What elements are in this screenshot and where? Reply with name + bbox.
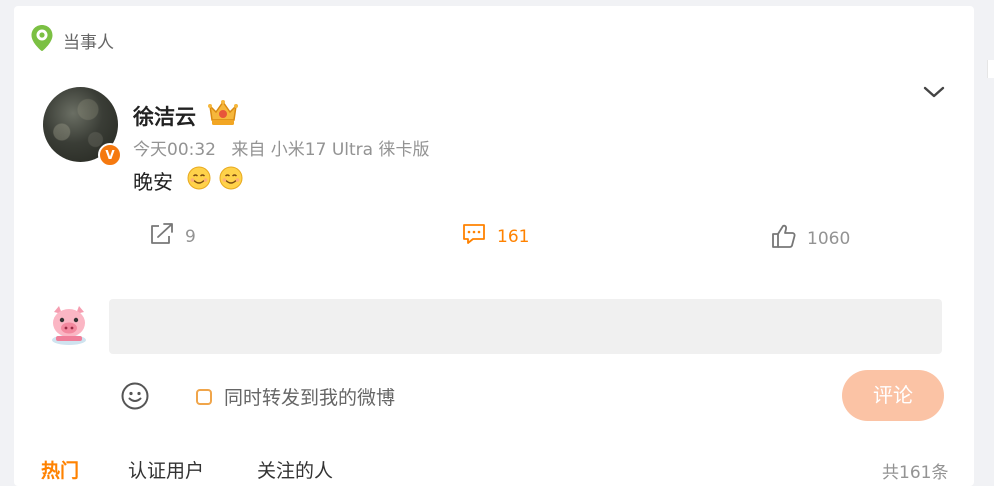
share-button[interactable]: 9 bbox=[149, 222, 196, 251]
post-card: 当事人 V 徐洁云 今天00:32 来自 小米17 Ultra 徕卡版 晚安 9… bbox=[14, 6, 974, 486]
share-icon bbox=[149, 222, 175, 251]
verified-badge-icon: V bbox=[98, 143, 122, 167]
like-button[interactable]: 1060 bbox=[771, 223, 850, 254]
smile-emoji-icon bbox=[219, 166, 243, 195]
forward-option[interactable]: 同时转发到我的微博 bbox=[196, 383, 395, 410]
smile-emoji-icon bbox=[187, 166, 211, 195]
tab-hot[interactable]: 热门 bbox=[41, 456, 79, 483]
tab-following[interactable]: 关注的人 bbox=[257, 456, 333, 483]
forward-label: 同时转发到我的微博 bbox=[224, 387, 396, 409]
post-source: 来自 小米17 Ultra 徕卡版 bbox=[231, 140, 430, 160]
comment-button[interactable]: 161 bbox=[461, 222, 529, 251]
post-text: 晚安 bbox=[133, 170, 173, 194]
current-user-avatar bbox=[48, 302, 90, 350]
submit-comment-button[interactable]: 评论 bbox=[842, 370, 944, 421]
vip-crown-icon[interactable] bbox=[207, 98, 239, 132]
comment-input[interactable] bbox=[109, 299, 942, 354]
share-count: 9 bbox=[185, 226, 196, 247]
post-tag: 当事人 bbox=[30, 24, 114, 56]
like-count: 1060 bbox=[807, 228, 851, 249]
location-pin-icon bbox=[30, 24, 54, 56]
forward-checkbox[interactable] bbox=[196, 388, 212, 405]
tab-verified-users[interactable]: 认证用户 bbox=[128, 456, 204, 483]
tag-label: 当事人 bbox=[63, 32, 114, 53]
chevron-down-icon[interactable] bbox=[922, 84, 946, 104]
emoji-picker-icon[interactable] bbox=[120, 381, 150, 415]
post-content: 晚安 bbox=[133, 166, 243, 195]
thumbs-up-icon bbox=[771, 223, 797, 254]
post-meta: 今天00:32 来自 小米17 Ultra 徕卡版 bbox=[133, 135, 440, 160]
comment-icon bbox=[461, 222, 487, 251]
post-time[interactable]: 今天00:32 bbox=[133, 140, 216, 160]
author-name[interactable]: 徐洁云 bbox=[133, 101, 196, 131]
comment-total: 共161条 bbox=[882, 463, 949, 483]
scrollbar[interactable] bbox=[987, 60, 994, 78]
comment-count: 161 bbox=[497, 226, 530, 247]
